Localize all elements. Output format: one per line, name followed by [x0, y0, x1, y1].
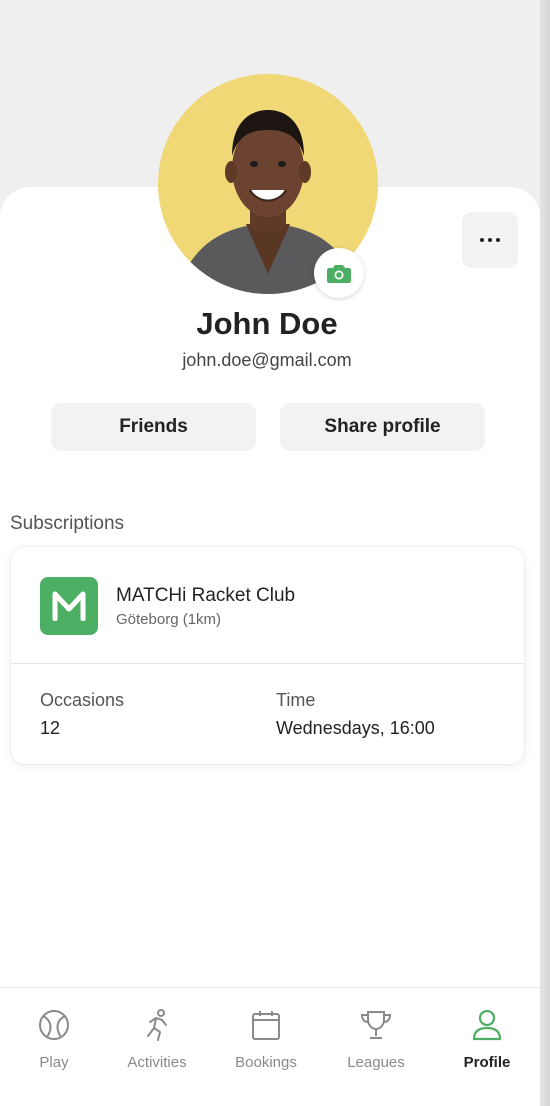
- nav-label-activities: Activities: [127, 1054, 187, 1071]
- subscription-card[interactable]: MATCHi Racket Club Göteborg (1km) Occasi…: [11, 547, 524, 764]
- more-options-button[interactable]: [462, 212, 518, 268]
- screen-edge: [540, 0, 550, 1106]
- profile-name: John Doe: [196, 306, 338, 341]
- tennis-ball-icon: [39, 1010, 69, 1040]
- nav-item-bookings[interactable]: Bookings: [212, 988, 320, 1106]
- nav-label-play: Play: [39, 1054, 69, 1071]
- nav-label-bookings: Bookings: [235, 1054, 297, 1071]
- friends-button[interactable]: Friends: [51, 403, 256, 451]
- occasions-label: Occasions: [40, 690, 125, 710]
- profile-screen: John Doe john.doe@gmail.com Friends Shar…: [0, 0, 550, 1106]
- time-label: Time: [276, 690, 316, 710]
- nav-item-activities[interactable]: Activities: [103, 988, 211, 1106]
- card-divider: [11, 663, 524, 664]
- more-icon: [480, 238, 484, 242]
- time-value: Wednesdays, 16:00: [276, 718, 435, 738]
- running-person-icon: [147, 1009, 167, 1041]
- club-logo: [40, 577, 98, 635]
- occasions-value: 12: [40, 718, 61, 738]
- calendar-icon: [252, 1011, 280, 1040]
- share-profile-button[interactable]: Share profile: [280, 403, 485, 451]
- club-location: Göteborg (1km): [116, 611, 222, 628]
- camera-icon: [327, 265, 351, 283]
- trophy-icon: [360, 1011, 392, 1039]
- avatar-container: [158, 74, 378, 298]
- subscriptions-heading: Subscriptions: [10, 513, 125, 534]
- change-photo-button[interactable]: [314, 248, 364, 298]
- bottom-navigation: Play Activities Bookings Leagues Profile: [0, 987, 540, 1106]
- user-icon: [472, 1009, 502, 1041]
- nav-item-profile[interactable]: Profile: [433, 988, 541, 1106]
- club-name: MATCHi Racket Club: [116, 585, 296, 606]
- nav-label-profile: Profile: [463, 1054, 511, 1071]
- nav-item-play[interactable]: Play: [0, 988, 108, 1106]
- profile-email: john.doe@gmail.com: [182, 350, 352, 370]
- club-logo-icon: [52, 591, 86, 621]
- nav-label-leagues: Leagues: [347, 1054, 405, 1071]
- nav-item-leagues[interactable]: Leagues: [322, 988, 430, 1106]
